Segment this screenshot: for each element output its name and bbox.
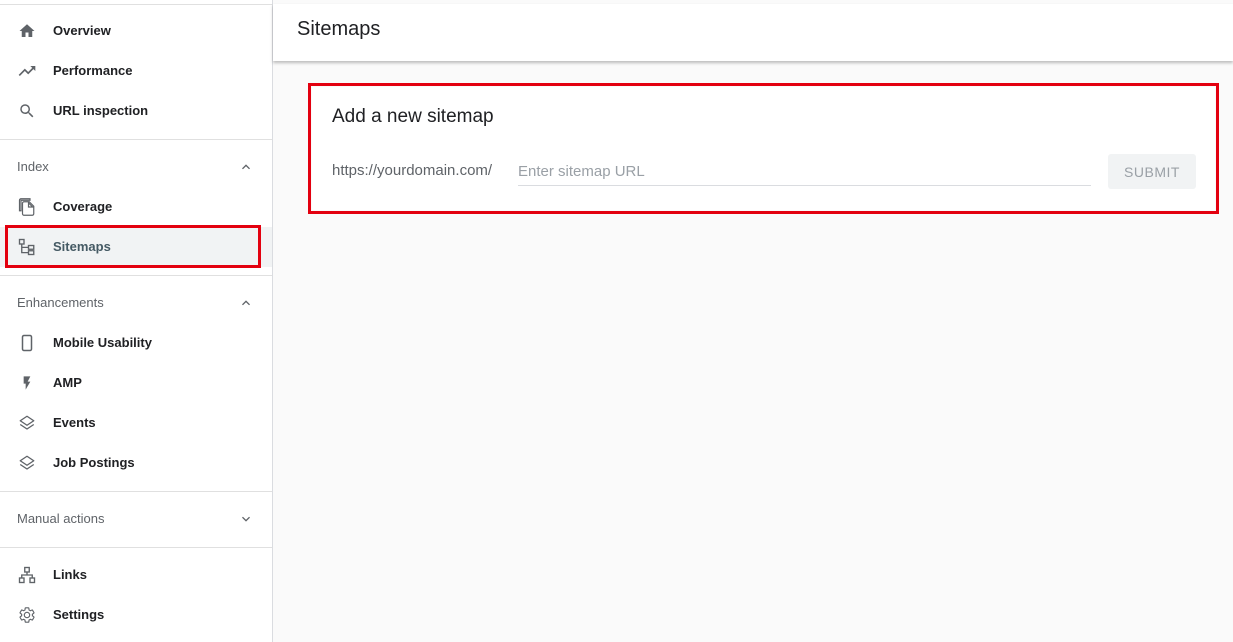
sidebar-item-url-inspection[interactable]: URL inspection bbox=[0, 91, 272, 131]
link-network-icon bbox=[17, 565, 37, 585]
sidebar-top-divider bbox=[0, 4, 272, 5]
sidebar-item-events[interactable]: Events bbox=[0, 403, 272, 443]
section-header-enhancements[interactable]: Enhancements bbox=[0, 283, 272, 323]
sidebar-item-mobile-usability[interactable]: Mobile Usability bbox=[0, 323, 272, 363]
sidebar-item-overview[interactable]: Overview bbox=[0, 11, 272, 51]
sidebar-item-job-postings[interactable]: Job Postings bbox=[0, 443, 272, 483]
url-prefix: https://yourdomain.com/ bbox=[332, 162, 493, 179]
section-header-index[interactable]: Index bbox=[0, 147, 272, 187]
sidebar-item-label: AMP bbox=[53, 375, 82, 390]
add-sitemap-card: Add a new sitemap https://yourdomain.com… bbox=[312, 87, 1215, 210]
section-label: Manual actions bbox=[17, 511, 105, 526]
chevron-down-icon bbox=[238, 511, 254, 527]
sidebar-divider bbox=[0, 275, 272, 276]
section-header-manual-actions[interactable]: Manual actions bbox=[0, 499, 272, 539]
trending-up-icon bbox=[17, 61, 37, 81]
sitemap-icon bbox=[17, 237, 37, 257]
add-sitemap-title: Add a new sitemap bbox=[332, 106, 494, 127]
page-title: Sitemaps bbox=[297, 18, 381, 40]
sidebar-item-label: Overview bbox=[53, 23, 111, 38]
sidebar-item-amp[interactable]: AMP bbox=[0, 363, 272, 403]
submit-button[interactable]: SUBMIT bbox=[1108, 154, 1196, 189]
sitemap-url-input[interactable] bbox=[518, 158, 1091, 186]
copy-pages-icon bbox=[17, 197, 37, 217]
section-label: Enhancements bbox=[17, 295, 104, 310]
chevron-up-icon bbox=[238, 159, 254, 175]
sidebar-item-label: Job Postings bbox=[53, 455, 135, 470]
search-icon bbox=[17, 101, 37, 121]
sidebar-item-performance[interactable]: Performance bbox=[0, 51, 272, 91]
page-header: Sitemaps bbox=[273, 4, 1233, 61]
sidebar-item-label: Coverage bbox=[53, 199, 113, 214]
smartphone-icon bbox=[17, 333, 37, 353]
section-label: Index bbox=[17, 159, 49, 174]
layers-icon bbox=[17, 453, 37, 473]
lightning-bolt-icon bbox=[17, 373, 37, 393]
sidebar-divider bbox=[0, 491, 272, 492]
sidebar-item-label: Mobile Usability bbox=[53, 335, 152, 350]
sidebar-item-label: Settings bbox=[53, 607, 105, 622]
sidebar-divider bbox=[0, 139, 272, 140]
sidebar-divider bbox=[0, 547, 272, 548]
sidebar: Overview Performance URL inspection Inde… bbox=[0, 0, 273, 642]
sidebar-item-sitemaps[interactable]: Sitemaps bbox=[0, 227, 272, 267]
layers-icon bbox=[17, 413, 37, 433]
chevron-up-icon bbox=[238, 295, 254, 311]
sidebar-item-settings[interactable]: Settings bbox=[0, 595, 272, 635]
sidebar-item-label: Events bbox=[53, 415, 96, 430]
sidebar-item-coverage[interactable]: Coverage bbox=[0, 187, 272, 227]
sidebar-item-label: Performance bbox=[53, 63, 133, 78]
sidebar-item-label: Sitemaps bbox=[53, 239, 111, 254]
sidebar-item-links[interactable]: Links bbox=[0, 555, 272, 595]
home-icon bbox=[17, 21, 37, 41]
gear-icon bbox=[17, 605, 37, 625]
sidebar-item-label: URL inspection bbox=[53, 103, 149, 118]
sidebar-item-label: Links bbox=[53, 567, 87, 582]
main-content: Sitemaps Add a new sitemap https://yourd… bbox=[273, 0, 1233, 642]
